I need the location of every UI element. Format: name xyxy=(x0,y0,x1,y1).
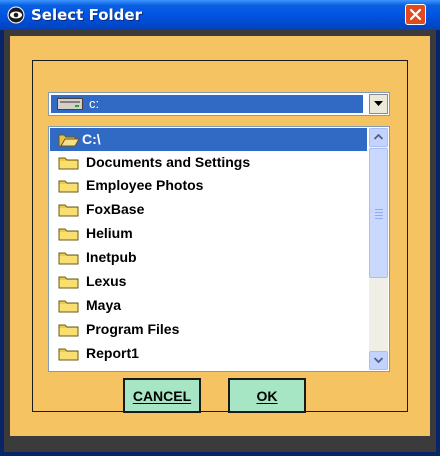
list-item[interactable]: Employee Photos xyxy=(50,174,367,197)
chevron-down-icon xyxy=(374,101,383,106)
list-item-label: C:\ xyxy=(82,131,101,147)
select-folder-window: Select Folder c: C:\ Documents and Setti… xyxy=(0,0,440,456)
ok-button[interactable]: OK xyxy=(228,378,306,413)
list-item[interactable]: Documents and Settings xyxy=(50,151,367,174)
drive-select-value: c: xyxy=(51,95,363,113)
drive-select[interactable]: c: xyxy=(48,92,390,116)
close-button[interactable] xyxy=(405,4,426,25)
folder-icon xyxy=(58,157,79,170)
list-item-root[interactable]: C:\ xyxy=(50,128,367,151)
list-item[interactable]: Lexus xyxy=(50,270,367,293)
list-item-label: Report1 xyxy=(86,345,139,361)
list-item[interactable]: Maya xyxy=(50,294,367,317)
drive-dropdown-button[interactable] xyxy=(369,94,388,114)
eye-icon xyxy=(7,6,25,24)
folder-list[interactable]: C:\ Documents and Settings Employee Phot… xyxy=(48,126,390,372)
close-icon xyxy=(409,8,422,21)
folder-icon xyxy=(58,180,79,193)
folder-icon xyxy=(58,348,79,361)
drive-icon xyxy=(57,98,83,110)
list-item-label: Lexus xyxy=(86,273,127,289)
list-item[interactable]: Program Files xyxy=(50,318,367,341)
list-item-label: FoxBase xyxy=(86,201,145,217)
list-item-label: Inetpub xyxy=(86,249,137,265)
folder-icon xyxy=(58,300,79,313)
chevron-up-icon xyxy=(374,134,383,140)
folder-icon xyxy=(58,204,79,217)
cancel-button[interactable]: CANCEL xyxy=(123,378,201,413)
grip-line xyxy=(375,215,383,216)
scroll-up-button[interactable] xyxy=(369,128,388,147)
list-item[interactable]: Inetpub xyxy=(50,246,367,269)
folder-icon xyxy=(58,276,79,289)
list-item-label: Helium xyxy=(86,225,133,241)
list-item[interactable]: Report1 xyxy=(50,342,367,365)
scroll-thumb[interactable] xyxy=(369,148,388,278)
drive-label: c: xyxy=(89,96,100,111)
list-item[interactable]: FoxBase xyxy=(50,198,367,221)
grip-line xyxy=(375,209,383,210)
list-item-label: Documents and Settings xyxy=(86,154,251,170)
folder-icon xyxy=(58,252,79,265)
scroll-down-button[interactable] xyxy=(369,351,388,370)
grip-line xyxy=(375,218,383,219)
list-item[interactable]: Helium xyxy=(50,222,367,245)
window-title: Select Folder xyxy=(31,6,142,24)
list-item-label: Employee Photos xyxy=(86,177,204,193)
title-bar[interactable]: Select Folder xyxy=(0,0,440,30)
folder-icon xyxy=(58,324,79,337)
grip-line xyxy=(375,212,383,213)
list-item-label: Program Files xyxy=(86,321,180,337)
open-folder-icon xyxy=(58,134,80,147)
folder-icon xyxy=(58,228,79,241)
chevron-down-icon xyxy=(374,357,383,363)
list-item-label: Maya xyxy=(86,297,122,313)
vertical-scrollbar[interactable] xyxy=(369,128,388,370)
